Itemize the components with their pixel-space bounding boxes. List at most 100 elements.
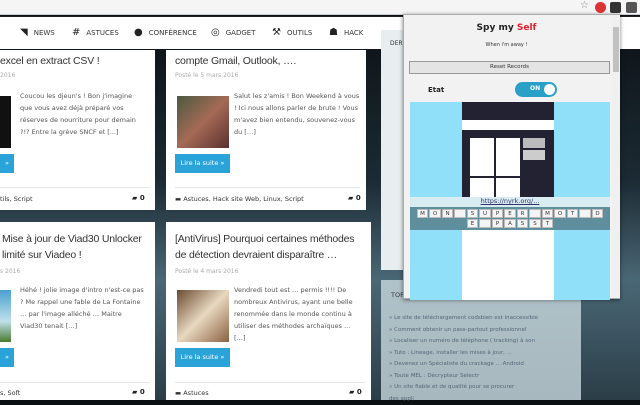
key-cap: R [517, 209, 529, 218]
list-item[interactable]: des appli [389, 394, 577, 405]
list-item[interactable]: » Le site de téléchargement codsbien est… [389, 313, 577, 325]
comment-icon: ▰ [348, 194, 353, 202]
key-cap: D [592, 209, 604, 218]
record-url-link[interactable]: https://nyrk.org/... [410, 197, 610, 207]
divider [0, 187, 150, 188]
gadget-icon: ◎ [211, 27, 220, 38]
state-label: Etat [428, 86, 444, 94]
article-thumbnail[interactable] [0, 290, 11, 342]
article-excerpt: Salut les z'amis ! Bon Weekend à vous ! … [234, 90, 362, 138]
article-card: [AntiVirus] Pourquoi certaines méthodes … [166, 222, 371, 400]
key-cap [454, 209, 466, 218]
state-toggle[interactable]: ON [515, 82, 557, 97]
record-list: https://nyrk.org/... MONSUPERMOTDEPASST [410, 102, 610, 300]
key-cap: P [492, 209, 504, 218]
article-thumbnail[interactable] [177, 290, 229, 342]
read-more-button[interactable]: Lire la suite » [175, 154, 230, 173]
key-cap: E [504, 209, 516, 218]
nav-hack[interactable]: ☗HACK [329, 27, 363, 38]
article-excerpt: Vendredi tout est … permis !!!! De nombr… [234, 284, 364, 344]
article-tags[interactable]: tils, Script [0, 195, 33, 203]
key-cap [529, 209, 541, 218]
article-thumbnail[interactable] [177, 96, 229, 148]
article-date: Posté le 5 mars 2016 [175, 72, 238, 79]
browser-toolbar: ☆ [0, 0, 640, 15]
key-cap [579, 209, 591, 218]
menu-icon[interactable] [626, 2, 637, 13]
key-cap: E [467, 219, 479, 228]
divider [175, 187, 360, 188]
extension-icon[interactable] [595, 2, 606, 13]
key-cap [479, 219, 491, 228]
article-date: 2016 [0, 72, 15, 79]
comment-count[interactable]: ▰ 0 [349, 388, 362, 396]
key-cap: U [479, 209, 491, 218]
article-tags[interactable]: ▬ Astuces, Hack site Web, Linux, Script [175, 195, 304, 203]
article-title-line2[interactable]: de détection devraient disparaître … [175, 245, 337, 265]
article-tags[interactable]: ▬ Astuces [175, 389, 209, 397]
list-item[interactable]: » Comment obtenir un pass-partout profes… [389, 325, 577, 337]
hammer-icon: ⚒ [272, 27, 281, 38]
article-title[interactable]: compte Gmail, Outlook, …. [175, 51, 296, 71]
nav-outils[interactable]: ⚒OUTILS [272, 27, 312, 38]
read-more-button[interactable]: » [0, 154, 14, 173]
tictactoe-icon: # [72, 27, 80, 38]
popup-title: Spy my Self [404, 23, 609, 33]
comment-count[interactable]: ▰ 0 [132, 388, 145, 396]
article-thumbnail[interactable] [0, 96, 11, 148]
read-more-button[interactable]: » [0, 348, 14, 367]
key-cap: M [542, 209, 554, 218]
nav-news[interactable]: ◥NEWS [20, 27, 55, 38]
next-record-preview[interactable] [462, 230, 554, 300]
rss-icon: ◥ [20, 27, 28, 38]
key-cap: S [517, 219, 529, 228]
spy-extension-icon[interactable] [610, 2, 621, 13]
comment-count[interactable]: ▰ 0 [348, 194, 361, 202]
list-item[interactable]: » Localiser un numéro de téléphone ( tra… [389, 336, 577, 348]
mask-icon: ☗ [329, 27, 338, 38]
list-item[interactable]: » Toute MEL : Décrypteur Selectr [389, 371, 577, 383]
article-card: excel en extract CSV ! 2016 Coucou les d… [0, 50, 155, 210]
key-cap: T [567, 209, 579, 218]
article-excerpt: Héhé ! jolie image d'intro n'est-ce pas … [20, 284, 145, 332]
comment-icon: ▰ [349, 388, 354, 396]
key-cap: P [492, 219, 504, 228]
article-excerpt: Coucou les djeun's ! Bon j'imagine que v… [20, 90, 145, 138]
comment-icon: ▰ [132, 194, 137, 202]
reset-records-button[interactable]: Reset Records [409, 61, 610, 74]
extension-popup: Spy my Self When i'm away ! Reset Record… [403, 14, 620, 299]
article-date: Posté le 4 mars 2016 [175, 268, 238, 275]
list-item[interactable]: » Tuto : Lineage, installer les mises à … [389, 348, 577, 360]
popup-subtitle: When i'm away ! [404, 42, 609, 48]
screenshot-preview[interactable] [462, 102, 554, 197]
article-tags[interactable]: s, Soft [0, 389, 20, 397]
comment-count[interactable]: ▰ 0 [132, 194, 145, 202]
folder-icon: ▬ [175, 195, 181, 203]
group-icon: ● [134, 27, 143, 38]
key-cap: A [504, 219, 516, 228]
read-more-button[interactable]: Lire la suite » [175, 348, 230, 367]
key-cap: O [429, 209, 441, 218]
nav-astuces[interactable]: #ASTUCES [72, 27, 119, 38]
article-card: Mise à jour de Viad30 Unlocker limité su… [0, 222, 155, 400]
article-title[interactable]: excel en extract CSV ! [0, 51, 99, 71]
key-cap: S [467, 209, 479, 218]
divider [0, 382, 150, 383]
article-date: s 2016 [0, 268, 20, 275]
nav-conference[interactable]: ●CONFÉRENCE [134, 27, 197, 38]
key-cap: T [542, 219, 554, 228]
list-item[interactable]: » Un site fiable et de qualité pour se p… [389, 382, 577, 394]
key-cap: O [554, 209, 566, 218]
star-icon[interactable]: ☆ [580, 0, 591, 11]
popup-scrollbar[interactable] [612, 15, 620, 298]
nav-gadget[interactable]: ◎GADGET [211, 27, 255, 38]
key-cap: N [442, 209, 454, 218]
key-cap: S [529, 219, 541, 228]
article-title-line2[interactable]: limité sur Viadeo ! [2, 245, 81, 265]
folder-icon: ▬ [175, 389, 181, 397]
comment-icon: ▰ [132, 388, 137, 396]
keystroke-list: MONSUPERMOTDEPASST [410, 207, 610, 230]
list-item[interactable]: » Devenez un Spécialiste du crackage ...… [389, 359, 577, 371]
widget-heading: DER [390, 40, 403, 47]
key-cap: M [417, 209, 429, 218]
